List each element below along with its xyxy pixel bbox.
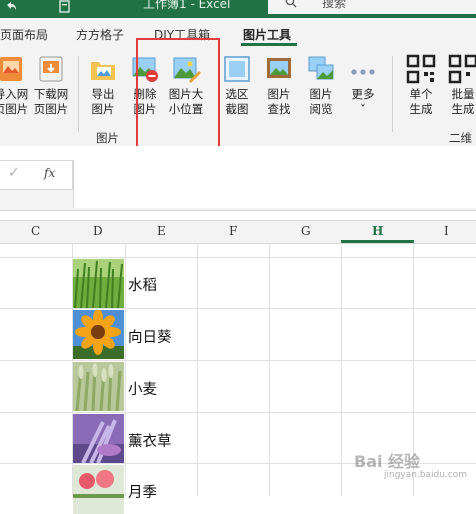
qr-single-button[interactable]: 单个 生成 (404, 54, 438, 117)
grid-line (197, 243, 198, 496)
tab-page-layout[interactable]: 页面布局 (0, 26, 48, 43)
selection-screenshot-button[interactable]: 选区 截图 (220, 54, 254, 117)
group-label-images: 图片 (96, 131, 119, 145)
ribbon-panel: 导入网 页图片 下载网 页图片 导出 图片 删除 图片 图片大 小位置 选区 截… (0, 48, 476, 161)
download-web-image-icon (36, 54, 66, 84)
formula-bar-gap (0, 146, 476, 160)
tab-fangfang-grid[interactable]: 方方格子 (76, 26, 124, 43)
grid-line (0, 360, 476, 361)
active-tab-indicator (241, 43, 297, 46)
ribbon-separator (392, 56, 393, 132)
formula-buttons: ✓ fx (0, 160, 73, 190)
grid-line (0, 412, 476, 413)
enter-check-icon[interactable]: ✓ (8, 165, 20, 181)
qr-batch-icon (448, 54, 476, 84)
ribbon-tabs: 页面布局 方方格子 DIY工具箱 图片工具 (0, 18, 476, 48)
formula-bar: ✓ fx (0, 160, 476, 211)
image-browse-button[interactable]: 图片 阅览 (304, 54, 338, 117)
grid-line (269, 243, 270, 496)
title-bar: 工作簿1 - Excel 搜索 (0, 0, 476, 18)
ribbon-separator (78, 56, 79, 132)
more-dots-icon (348, 54, 378, 84)
image-browse-icon (306, 54, 336, 84)
cell-e-rose[interactable]: 月季 (128, 481, 157, 502)
column-header-d[interactable]: D (93, 224, 103, 238)
insert-function-button[interactable]: fx (44, 166, 55, 180)
watermark: Bai 经验 jingyan.baidu.com (354, 452, 468, 480)
cell-e-wheat[interactable]: 小麦 (128, 378, 157, 399)
import-web-image-icon (0, 54, 26, 84)
column-header-g[interactable]: G (301, 224, 311, 238)
selection-screenshot-icon (222, 54, 252, 84)
more-button[interactable]: 更多 ˅ (346, 54, 380, 117)
image-find-button[interactable]: 图片 查找 (262, 54, 296, 117)
undo-icon[interactable] (4, 0, 17, 13)
export-image-icon (88, 54, 118, 84)
search-icon (285, 0, 297, 8)
lavender-thumbnail[interactable] (73, 414, 124, 463)
cell-e-lavender[interactable]: 薰衣草 (128, 430, 172, 451)
import-web-image-button[interactable]: 导入网 页图片 (0, 54, 30, 117)
download-web-image-button[interactable]: 下载网 页图片 (32, 54, 70, 117)
cell-e-sunflower[interactable]: 向日葵 (128, 326, 172, 347)
qr-single-icon (406, 54, 436, 84)
annotation-highlight-box (136, 38, 220, 153)
image-find-icon (264, 54, 294, 84)
rice-thumbnail[interactable] (73, 259, 124, 308)
wheat-thumbnail[interactable] (73, 362, 124, 411)
search-box[interactable] (268, 0, 476, 14)
rose-thumbnail[interactable] (73, 465, 124, 514)
sunflower-thumbnail[interactable] (73, 310, 124, 359)
search-placeholder[interactable]: 搜索 (322, 0, 346, 11)
column-header-e[interactable]: E (157, 224, 166, 238)
grid-line (341, 243, 342, 496)
grid-line (0, 308, 476, 309)
column-header-i[interactable]: I (444, 224, 449, 238)
quick-access-icon[interactable] (58, 0, 71, 13)
column-header-c[interactable]: C (31, 224, 40, 238)
tab-image-tools[interactable]: 图片工具 (243, 26, 291, 43)
grid-line (0, 257, 476, 258)
qr-batch-button[interactable]: 批量 生成 (446, 54, 476, 117)
formula-input[interactable] (73, 160, 476, 208)
active-column-indicator (341, 240, 414, 243)
window-title: 工作簿1 - Excel (143, 0, 231, 11)
column-header-f[interactable]: F (229, 224, 237, 238)
export-image-button[interactable]: 导出 图片 (86, 54, 120, 117)
grid-line (125, 243, 126, 496)
cell-e-rice[interactable]: 水稻 (128, 274, 157, 295)
column-header-h[interactable]: H (372, 224, 383, 238)
